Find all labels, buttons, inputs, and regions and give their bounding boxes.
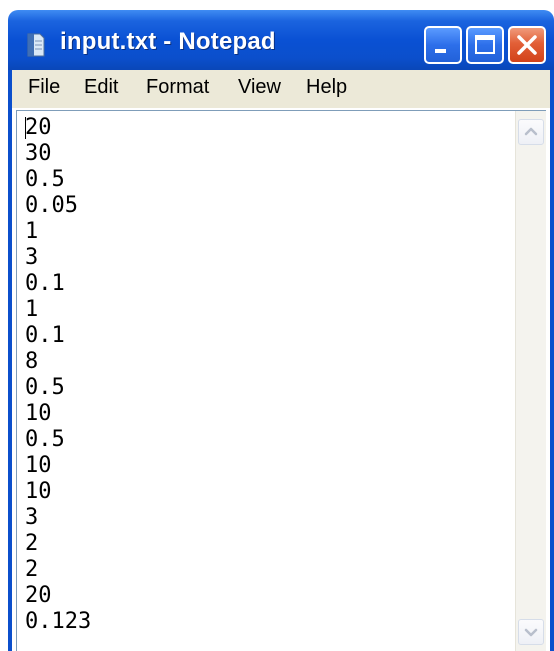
text-line[interactable]: 0.1 [25,323,525,349]
text-caret [25,117,26,139]
text-line[interactable]: 20 [25,583,525,609]
chevron-up-icon [524,127,538,136]
text-line[interactable]: 0.123 [25,609,525,635]
editor-frame: 20 30 0.5 0.05 1 3 0.1 1 0.1 8 0.5 10 0.5 10 10 3 2 2 20 0.… [8,108,554,651]
chevron-down-icon [524,628,538,637]
text-line[interactable]: 0.5 [25,375,525,401]
notepad-icon[interactable] [24,32,46,58]
maximize-icon [475,35,495,54]
menu-bar: File Edit Format View Help [8,70,554,108]
maximize-button[interactable] [466,26,504,64]
text-line[interactable]: 10 [25,479,525,505]
text-line[interactable]: 30 [25,141,525,167]
text-line[interactable]: 2 [25,557,525,583]
close-icon [517,35,537,55]
text-line[interactable]: 1 [25,297,525,323]
text-line[interactable]: 2 [25,531,525,557]
window-title: input.txt - Notepad [60,28,276,55]
menu-help[interactable]: Help [306,76,347,99]
close-button[interactable] [508,26,546,64]
menu-view[interactable]: View [238,76,281,99]
menu-file[interactable]: File [28,76,60,99]
menu-edit[interactable]: Edit [84,76,118,99]
text-line[interactable]: 0.5 [25,167,525,193]
notepad-window: input.txt - Notepad File Edit Format Vie… [8,0,554,651]
minimize-icon [435,49,446,53]
text-line[interactable]: 1 [25,219,525,245]
text-content[interactable]: 20 30 0.5 0.05 1 3 0.1 1 0.1 8 0.5 10 0.5 10 10 3 2 2 20 0.… [25,115,525,635]
menu-format[interactable]: Format [146,76,209,99]
text-line[interactable]: 0.5 [25,427,525,453]
text-line[interactable]: 3 [25,505,525,531]
text-line[interactable]: 10 [25,401,525,427]
scroll-up-button[interactable] [518,119,544,145]
text-line[interactable]: 8 [25,349,525,375]
scroll-down-button[interactable] [518,619,544,645]
text-editor[interactable]: 20 30 0.5 0.05 1 3 0.1 1 0.1 8 0.5 10 0.5 10 10 3 2 2 20 0.… [16,110,546,651]
vertical-scrollbar[interactable] [515,111,546,651]
text-line[interactable]: 0.1 [25,271,525,297]
text-line[interactable]: 0.05 [25,193,525,219]
title-bar[interactable]: input.txt - Notepad [8,10,554,70]
text-line[interactable]: 10 [25,453,525,479]
text-line[interactable]: 3 [25,245,525,271]
text-line[interactable]: 20 [25,115,525,141]
minimize-button[interactable] [424,26,462,64]
